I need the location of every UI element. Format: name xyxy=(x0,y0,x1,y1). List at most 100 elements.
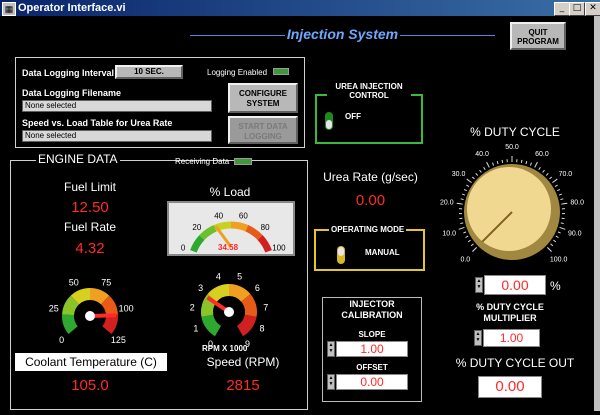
duty-cycle-percent: % xyxy=(550,279,561,293)
offset-spinner[interactable]: ▲ ▼ xyxy=(327,374,335,390)
logging-interval-label: Data Logging Interval xyxy=(22,68,115,78)
load-arc-segment xyxy=(245,225,263,241)
load-arc-segment xyxy=(230,221,249,232)
duty-tick-mark xyxy=(545,173,549,176)
duty-tick-mark xyxy=(542,169,545,173)
speed-arc-segment xyxy=(236,314,257,337)
duty-tick-mark xyxy=(559,226,566,230)
offset-input[interactable]: 0.00 xyxy=(336,374,408,390)
slope-input[interactable]: 1.00 xyxy=(336,341,408,357)
receiving-data-led xyxy=(234,158,252,165)
coolant-gauge: 0 25 50 75 100 125 xyxy=(49,278,134,345)
fuel-limit-label: Fuel Limit xyxy=(63,180,116,194)
duty-multiplier-input[interactable]: 1.00 xyxy=(483,329,540,347)
coolant-arc-segment xyxy=(62,314,79,334)
coolant-tick-label: 100 xyxy=(119,303,134,313)
duty-tick-mark xyxy=(461,193,466,196)
duty-tick-mark xyxy=(460,198,464,201)
duty-tick-mark xyxy=(467,239,471,243)
duty-tick-label: 30.0 xyxy=(452,171,466,178)
load-tick-label: 80 xyxy=(261,223,270,232)
duty-tick-label: 0.0 xyxy=(460,257,470,264)
speed-arc-segment xyxy=(201,314,222,337)
minimize-button[interactable]: _ xyxy=(554,2,570,16)
urea-rate-value: 0.00 xyxy=(355,192,386,209)
load-tick-label: 60 xyxy=(239,212,248,221)
coolant-arc-segment xyxy=(70,288,91,305)
coolant-label: Coolant Temperature (C) xyxy=(15,353,167,371)
coolant-tick-label: 125 xyxy=(111,335,126,345)
load-tick-label: 40 xyxy=(214,212,223,221)
urea-control-title: UREA INJECTION CONTROL xyxy=(327,82,411,100)
speed-label: Speed (RPM) xyxy=(206,355,280,369)
configure-system-button[interactable]: CONFIGURE SYSTEM xyxy=(228,83,298,113)
quit-program-button[interactable]: QUIT PROGRAM xyxy=(510,22,566,50)
duty-tick-mark xyxy=(555,235,559,238)
load-arc-segment xyxy=(199,225,217,241)
duty-tick-mark xyxy=(470,243,474,247)
duty-tick-label: 50.0 xyxy=(505,144,519,151)
duty-tick-mark xyxy=(496,160,499,165)
logging-enabled-label: Logging Enabled xyxy=(207,68,268,77)
duty-out-label: % DUTY CYCLE OUT xyxy=(455,356,575,370)
load-tick-label: 20 xyxy=(192,223,201,232)
duty-cycle-spinner[interactable]: ▲ ▼ xyxy=(475,277,483,293)
speed-arc-segment xyxy=(207,284,230,303)
window-title: Operator Interface.vi xyxy=(18,2,126,14)
duty-tick-mark xyxy=(558,193,563,196)
duty-tick-mark xyxy=(561,202,568,205)
duty-cycle-input[interactable]: 0.00 xyxy=(484,275,546,295)
speed-load-table-field[interactable]: None selected xyxy=(22,130,212,142)
engine-data-title: ENGINE DATA xyxy=(36,152,120,166)
duty-tick-mark xyxy=(463,231,467,234)
duty-cycle-knob[interactable]: 0.0 10.0 20.0 30.0 40.0 50.0 60.0 70.0 80.0 90.0 1… xyxy=(440,140,590,275)
speed-hub xyxy=(224,307,234,317)
start-data-logging-button[interactable]: START DATA LOGGING xyxy=(228,116,298,144)
duty-cycle-title: % DUTY CYCLE xyxy=(470,125,560,139)
logging-interval-dropdown[interactable]: 10 SEC. xyxy=(115,65,183,79)
logging-filename-field[interactable]: None selected xyxy=(22,100,212,112)
duty-tick-mark xyxy=(456,202,463,205)
duty-tick-mark xyxy=(553,239,557,243)
operating-mode-title: OPERATING MODE xyxy=(329,225,407,234)
duty-tick-mark xyxy=(475,173,479,176)
duty-tick-mark xyxy=(471,176,475,180)
maximize-button[interactable]: □ xyxy=(569,2,585,16)
speed-arc-segment xyxy=(240,294,257,317)
coolant-arc-segment xyxy=(62,295,80,316)
duty-tick-mark xyxy=(465,235,469,238)
fuel-limit-value: 12.50 xyxy=(71,199,109,216)
speed-tick-label: 5 xyxy=(237,272,242,282)
operating-mode-toggle[interactable] xyxy=(334,244,348,266)
close-button[interactable]: ✕ xyxy=(585,2,600,16)
duty-tick-mark xyxy=(460,222,464,225)
load-tick-label: 100 xyxy=(272,244,286,253)
injector-calibration-title: INJECTOR CALIBRATION xyxy=(341,299,403,320)
duty-tick-label: 80.0 xyxy=(570,200,584,207)
coolant-arc-segment xyxy=(100,295,118,316)
duty-tick-mark xyxy=(472,247,477,252)
duty-multiplier-label: % DUTY CYCLE MULTIPLIER xyxy=(476,302,544,323)
load-arc-segment xyxy=(190,235,205,253)
slope-spinner[interactable]: ▲ ▼ xyxy=(327,341,335,357)
duty-tick-mark xyxy=(525,160,528,165)
urea-rate-label: Urea Rate (g/sec) xyxy=(323,170,418,184)
slope-label: SLOPE xyxy=(358,330,386,339)
urea-control-toggle[interactable] xyxy=(322,110,336,132)
coolant-tick-label: 50 xyxy=(69,278,79,288)
speed-unit-label: RPM X 1000 xyxy=(202,344,248,353)
fuel-rate-label: Fuel Rate xyxy=(63,220,117,234)
receiving-data-label: Receiving Data xyxy=(175,157,230,166)
speed-load-table-label: Speed vs. Load Table for Urea Rate xyxy=(22,118,173,128)
fuel-rate-value: 4.32 xyxy=(75,240,105,257)
coolant-tick-label: 25 xyxy=(49,303,59,313)
duty-tick-label: 40.0 xyxy=(475,151,489,158)
speed-tick-label: 4 xyxy=(216,272,221,282)
duty-tick-mark xyxy=(560,222,564,225)
load-value: 34.58 xyxy=(218,243,239,252)
speed-tick-label: 6 xyxy=(255,283,260,293)
duty-tick-mark xyxy=(492,162,495,166)
duty-tick-mark xyxy=(458,226,465,230)
page-title: Injection System xyxy=(286,26,399,42)
duty-multiplier-spinner[interactable]: ▲ ▼ xyxy=(474,330,482,346)
